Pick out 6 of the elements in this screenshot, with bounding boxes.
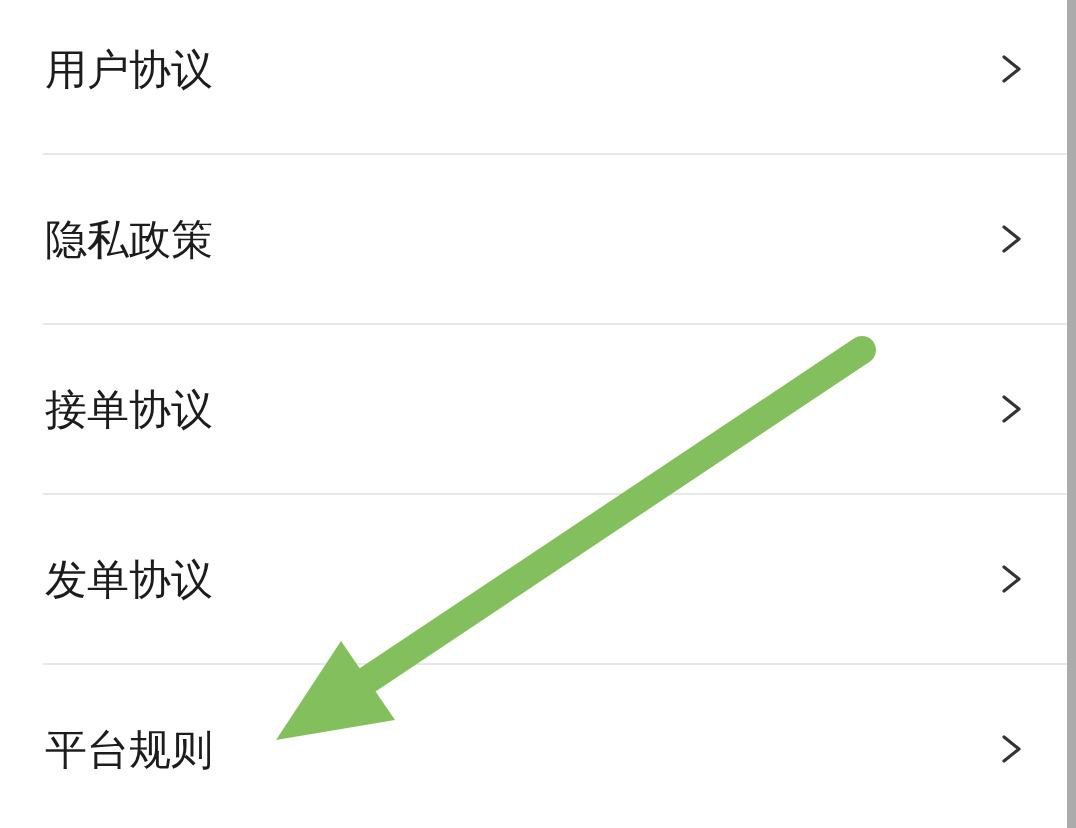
chevron-right-icon <box>1002 735 1021 763</box>
chevron-right-icon <box>1002 395 1021 423</box>
chevron-right-icon <box>1002 225 1021 253</box>
chevron-right-icon <box>1002 565 1021 593</box>
scrollbar[interactable] <box>1067 0 1076 828</box>
chevron-right-icon <box>1002 55 1021 83</box>
